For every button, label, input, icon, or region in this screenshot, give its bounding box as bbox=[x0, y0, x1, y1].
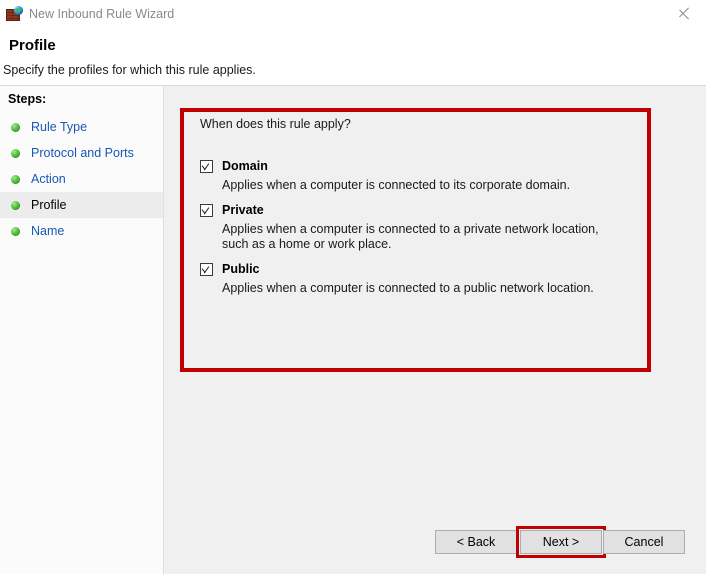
sidebar-item-rule-type[interactable]: Rule Type bbox=[0, 114, 163, 140]
green-bullet-icon bbox=[11, 174, 20, 184]
sidebar-item-name[interactable]: Name bbox=[0, 218, 163, 244]
private-label: Private bbox=[222, 203, 264, 217]
sidebar-item-protocol-and-ports[interactable]: Protocol and Ports bbox=[0, 140, 163, 166]
checkmark-icon bbox=[203, 263, 213, 273]
profile-option-domain: Domain Applies when a computer is connec… bbox=[200, 158, 630, 193]
profile-options-group: Domain Applies when a computer is connec… bbox=[200, 158, 630, 305]
steps-sidebar: Steps: Rule Type Protocol and Ports Acti… bbox=[0, 86, 163, 574]
page-title: Profile bbox=[9, 37, 56, 54]
sidebar-item-action[interactable]: Action bbox=[0, 166, 163, 192]
sidebar-item-label: Rule Type bbox=[31, 120, 88, 134]
sidebar-item-label: Name bbox=[31, 224, 65, 238]
title-bar: New Inbound Rule Wizard bbox=[0, 0, 706, 27]
sidebar-item-label: Profile bbox=[31, 198, 67, 212]
content-panel: When does this rule apply? Domain Applie… bbox=[164, 86, 706, 574]
sidebar-item-profile[interactable]: Profile bbox=[0, 192, 163, 218]
rule-apply-question: When does this rule apply? bbox=[200, 117, 351, 131]
next-button[interactable]: Next > bbox=[520, 530, 602, 554]
private-checkbox[interactable] bbox=[200, 203, 213, 217]
domain-description: Applies when a computer is connected to … bbox=[222, 178, 571, 192]
green-bullet-icon bbox=[11, 148, 20, 158]
steps-list: Rule Type Protocol and Ports Action Prof… bbox=[0, 114, 163, 244]
public-checkbox[interactable] bbox=[200, 262, 213, 276]
domain-checkbox[interactable] bbox=[200, 159, 213, 173]
next-button-highlight: Next > bbox=[516, 526, 606, 558]
sidebar-item-label: Action bbox=[31, 172, 66, 186]
checkmark-icon bbox=[203, 204, 213, 214]
sidebar-item-label: Protocol and Ports bbox=[31, 146, 134, 160]
wizard-footer: < Back Next > Cancel bbox=[164, 516, 706, 574]
window-title: New Inbound Rule Wizard bbox=[29, 6, 175, 21]
domain-label: Domain bbox=[222, 159, 268, 173]
green-bullet-icon bbox=[11, 226, 20, 236]
back-button[interactable]: < Back bbox=[435, 530, 517, 554]
cancel-button[interactable]: Cancel bbox=[603, 530, 685, 554]
green-bullet-icon bbox=[11, 122, 20, 132]
green-bullet-icon bbox=[11, 200, 20, 210]
page-header: Profile Specify the profiles for which t… bbox=[0, 27, 706, 86]
public-description: Applies when a computer is connected to … bbox=[222, 281, 594, 295]
private-description: Applies when a computer is connected to … bbox=[222, 222, 599, 251]
profile-option-public: Public Applies when a computer is connec… bbox=[200, 261, 630, 296]
close-icon[interactable] bbox=[661, 0, 706, 27]
profile-option-private: Private Applies when a computer is conne… bbox=[200, 202, 630, 252]
new-inbound-rule-wizard-window: New Inbound Rule Wizard Profile Specify … bbox=[0, 0, 706, 574]
steps-header: Steps: bbox=[8, 92, 47, 106]
firewall-globe-icon bbox=[6, 5, 23, 22]
public-label: Public bbox=[222, 262, 260, 276]
page-subtitle: Specify the profiles for which this rule… bbox=[3, 63, 256, 77]
checkmark-icon bbox=[203, 160, 213, 170]
